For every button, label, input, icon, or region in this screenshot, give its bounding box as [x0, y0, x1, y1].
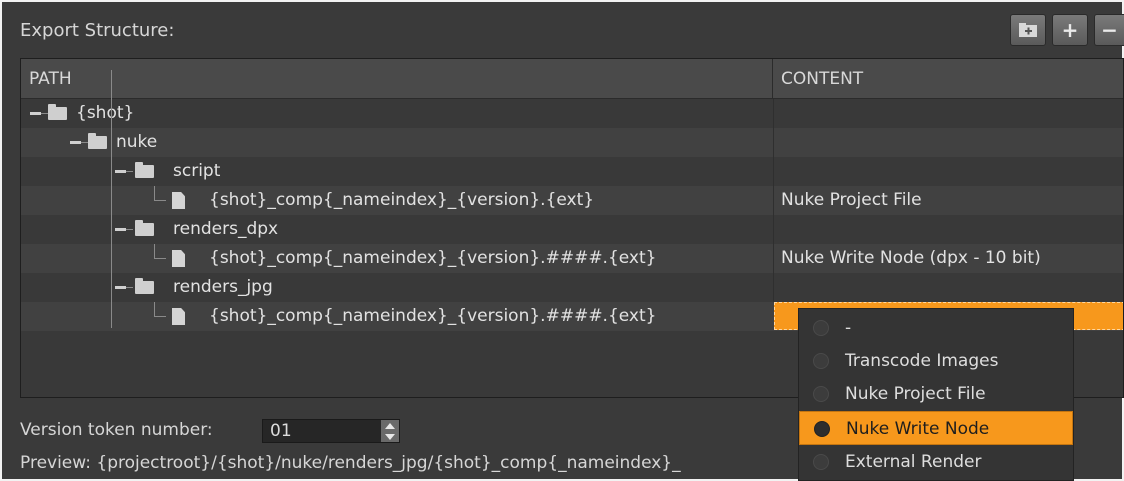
content-value[interactable]: Nuke Write Node (dpx - 10 bit): [781, 244, 1041, 273]
tree-connector: [154, 200, 166, 201]
column-divider: [773, 244, 774, 273]
tree-item-label: {shot}_comp{_nameindex}_{version}.####.{…: [209, 306, 657, 326]
version-spinner[interactable]: [381, 420, 399, 442]
preview-path: Preview: {projectroot}/{shot}/nuke/rende…: [20, 453, 681, 473]
folder-icon: [135, 162, 154, 178]
version-token-label: Version token number:: [20, 420, 213, 440]
column-header-path[interactable]: PATH: [21, 59, 773, 99]
panel-title: Export Structure:: [20, 20, 175, 41]
add-button[interactable]: +: [1052, 14, 1088, 46]
add-folder-button[interactable]: [1010, 14, 1046, 46]
collapse-icon[interactable]: [69, 136, 88, 149]
toolbar: + −: [1010, 14, 1124, 46]
tree-item-label: renders_dpx: [173, 219, 279, 239]
file-icon: [172, 250, 185, 267]
column-divider: [773, 128, 774, 157]
radio-icon: [813, 353, 829, 369]
folder-icon: [135, 220, 154, 236]
tree-row-dpx-file[interactable]: {shot}_comp{_nameindex}_{version}.####.{…: [21, 244, 1123, 273]
tree-row-renders-jpg[interactable]: renders_jpg: [21, 273, 1123, 302]
menu-item-nuke-write-node[interactable]: Nuke Write Node: [799, 411, 1073, 445]
collapse-icon[interactable]: [114, 223, 133, 236]
plus-icon: +: [1061, 18, 1079, 42]
tree-item-label: renders_jpg: [173, 277, 273, 297]
tree-connector: [154, 258, 166, 259]
column-divider: [773, 99, 774, 128]
menu-item-transcode-images[interactable]: Transcode Images: [799, 344, 1073, 378]
minus-icon: −: [1101, 18, 1118, 42]
tree-row-script[interactable]: script: [21, 157, 1123, 186]
tree-connector: [111, 70, 112, 328]
tree-item-label: nuke: [116, 132, 158, 152]
collapse-icon[interactable]: [114, 165, 133, 178]
spin-up-icon[interactable]: [385, 422, 395, 429]
tree-connector: [154, 186, 155, 200]
tree-item-label: {shot}_comp{_nameindex}_{version}.{ext}: [209, 190, 595, 210]
column-divider: [773, 157, 774, 186]
folder-icon: [88, 133, 107, 149]
tree-row-script-file[interactable]: {shot}_comp{_nameindex}_{version}.{ext} …: [21, 186, 1123, 215]
column-header-content[interactable]: CONTENT: [773, 59, 1123, 99]
tree-row-renders-dpx[interactable]: renders_dpx: [21, 215, 1123, 244]
content-value[interactable]: Nuke Project File: [781, 186, 922, 215]
menu-item-none[interactable]: -: [799, 311, 1073, 345]
radio-icon: [813, 386, 829, 402]
file-icon: [172, 308, 185, 325]
radio-selected-icon: [814, 421, 830, 437]
collapse-icon[interactable]: [114, 281, 133, 294]
menu-item-nuke-project-file[interactable]: Nuke Project File: [799, 377, 1073, 411]
tree-row-shot[interactable]: {shot}: [21, 99, 1123, 128]
column-divider: [773, 215, 774, 244]
spin-down-icon[interactable]: [385, 433, 395, 440]
tree-connector: [154, 302, 155, 316]
collapse-icon[interactable]: [29, 107, 48, 120]
column-divider: [773, 186, 774, 215]
tree-connector: [154, 316, 166, 317]
column-divider: [773, 273, 774, 302]
radio-icon: [813, 454, 829, 470]
tree-item-label: {shot}_comp{_nameindex}_{version}.####.{…: [209, 248, 657, 268]
file-icon: [172, 192, 185, 209]
folder-add-icon: [1019, 18, 1037, 42]
content-dropdown-menu: - Transcode Images Nuke Project File Nuk…: [798, 308, 1074, 481]
menu-item-external-render[interactable]: External Render: [799, 445, 1073, 479]
radio-icon: [813, 320, 829, 336]
tree-connector: [154, 244, 155, 258]
tree-row-nuke[interactable]: nuke: [21, 128, 1123, 157]
folder-icon: [135, 278, 154, 294]
folder-icon: [48, 104, 67, 120]
tree-item-label: {shot}: [76, 103, 135, 123]
remove-button[interactable]: −: [1094, 14, 1124, 46]
version-token-input[interactable]: 01: [262, 419, 400, 443]
tree-item-label: script: [173, 161, 221, 181]
